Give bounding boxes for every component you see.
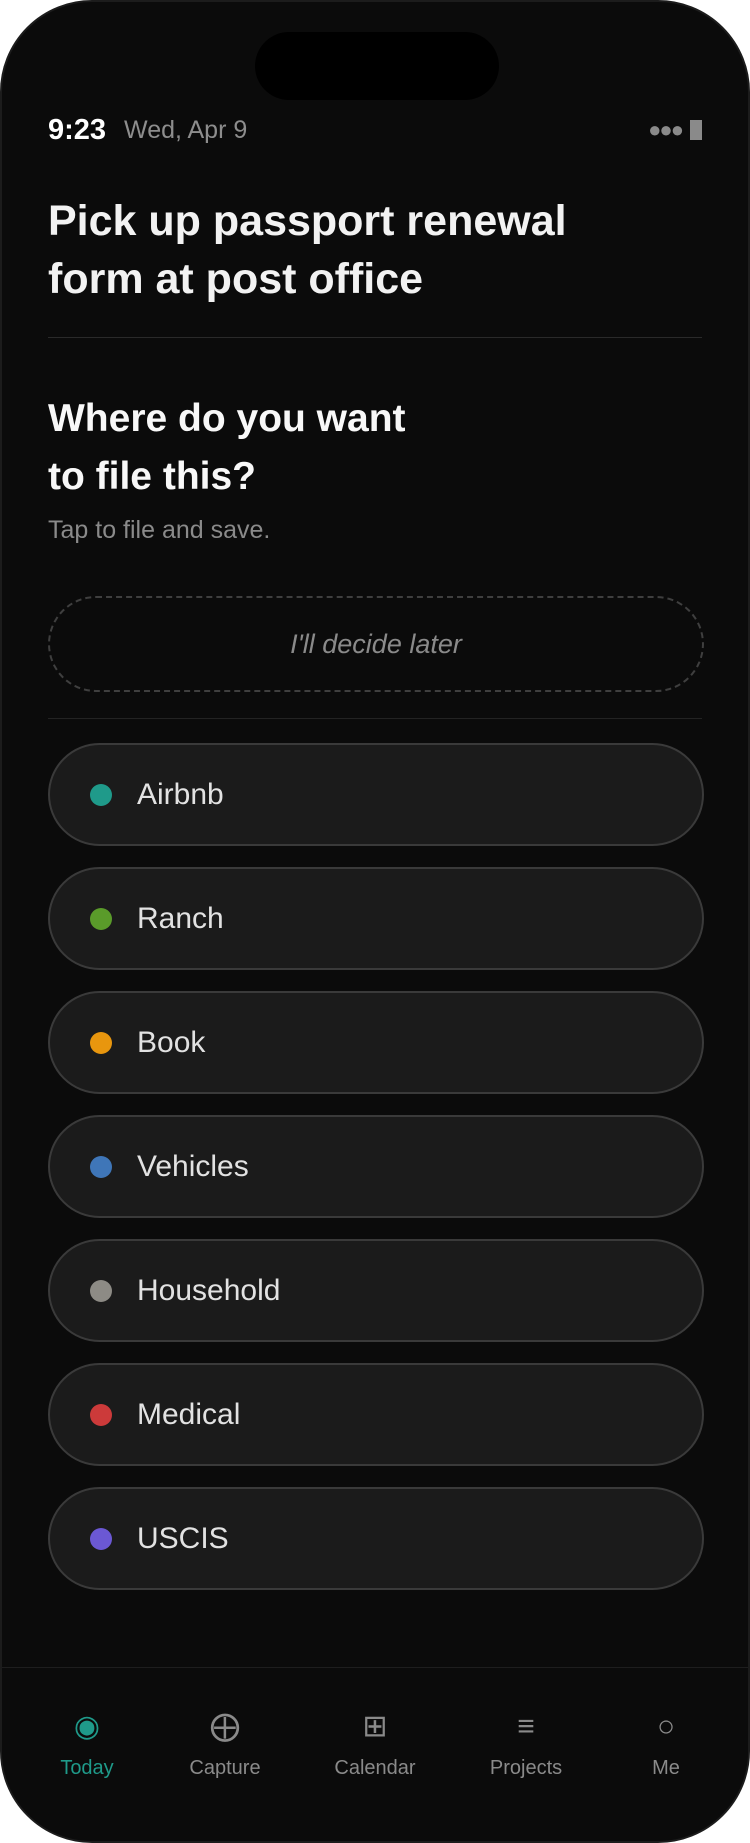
tab-projects[interactable]: ≡ Projects [456, 1668, 596, 1788]
category-vehicles-button[interactable]: Vehicles [48, 1115, 704, 1218]
divider [48, 718, 702, 719]
category-book-button[interactable]: Book [48, 991, 704, 1094]
circle-icon: ○ [656, 1710, 676, 1743]
category-color-dot [90, 1527, 112, 1550]
category-ranch-button[interactable]: Ranch [48, 867, 704, 970]
status-time: 9:23 [48, 113, 107, 146]
status-bar: 9:23 Wed, Apr 9 ●●● [48, 110, 702, 150]
target-icon: ◉ [73, 1710, 101, 1743]
tab-today[interactable]: ◉ Today [17, 1668, 157, 1788]
category-color-dot [90, 1031, 112, 1054]
tab-capture[interactable]: ⨁ Capture [155, 1668, 295, 1788]
category-color-dot [90, 1403, 112, 1426]
category-label: Ranch [137, 901, 224, 935]
category-label: Household [137, 1273, 281, 1307]
tab-label: Projects [489, 1757, 563, 1779]
tab-bar: ◉ Today ⨁ Capture ⊞ Calendar ≡ Projects ○ Me [2, 1667, 748, 1841]
divider [48, 337, 702, 338]
category-airbnb-button[interactable]: Airbnb [48, 743, 704, 846]
status-date: Wed, Apr 9 [124, 115, 248, 144]
task-title: Pick up passport renewal form at post of… [48, 197, 567, 303]
category-list: Airbnb Ranch Book Vehicles Household Medical U… [48, 743, 704, 1611]
crosshair-icon: ⨁ [210, 1710, 240, 1743]
category-label: Vehicles [137, 1149, 249, 1183]
tab-label: Calendar [334, 1757, 416, 1779]
tab-me[interactable]: ○ Me [596, 1668, 736, 1788]
category-label: USCIS [137, 1521, 229, 1555]
signal-icon: ●●● [648, 117, 684, 142]
filing-question: Where do you want to file this? [48, 390, 528, 506]
category-household-button[interactable]: Household [48, 1239, 704, 1342]
category-label: Airbnb [137, 777, 224, 811]
status-icons: ●●● [648, 117, 702, 143]
category-color-dot [90, 907, 112, 930]
tab-label: Capture [189, 1757, 261, 1779]
dynamic-island [255, 32, 499, 100]
category-uscis-button[interactable]: USCIS [48, 1487, 704, 1590]
category-label: Medical [137, 1397, 241, 1431]
grid-icon: ⊞ [362, 1710, 388, 1743]
tab-calendar[interactable]: ⊞ Calendar [305, 1668, 445, 1788]
category-color-dot [90, 1155, 112, 1178]
filing-question-line2: to file this? [48, 455, 256, 498]
decide-later-button[interactable]: I'll decide later [48, 596, 704, 692]
category-medical-button[interactable]: Medical [48, 1363, 704, 1466]
filing-hint: Tap to file and save. [48, 516, 271, 544]
filing-question-line1: Where do you want [48, 397, 406, 440]
list-icon: ≡ [517, 1710, 535, 1743]
tab-label: Today [60, 1757, 114, 1779]
battery-icon [690, 120, 702, 140]
category-color-dot [90, 1279, 112, 1302]
tab-label: Me [652, 1757, 680, 1779]
category-label: Book [137, 1025, 206, 1059]
phone-frame: 9:23 Wed, Apr 9 ●●● Pick up passport ren… [0, 0, 750, 1843]
category-color-dot [90, 783, 112, 806]
